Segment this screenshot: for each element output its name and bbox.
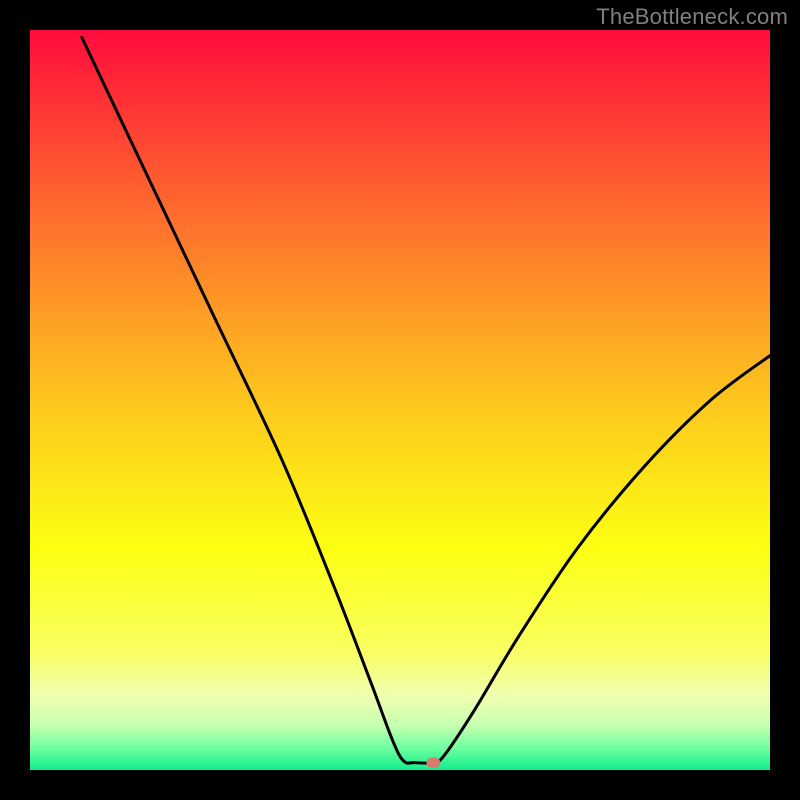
chart-frame: TheBottleneck.com — [0, 0, 800, 800]
chart-background — [30, 30, 770, 770]
plot-area — [30, 30, 770, 770]
watermark-text: TheBottleneck.com — [596, 4, 788, 30]
optimal-marker — [426, 758, 440, 768]
chart-svg — [30, 30, 770, 770]
